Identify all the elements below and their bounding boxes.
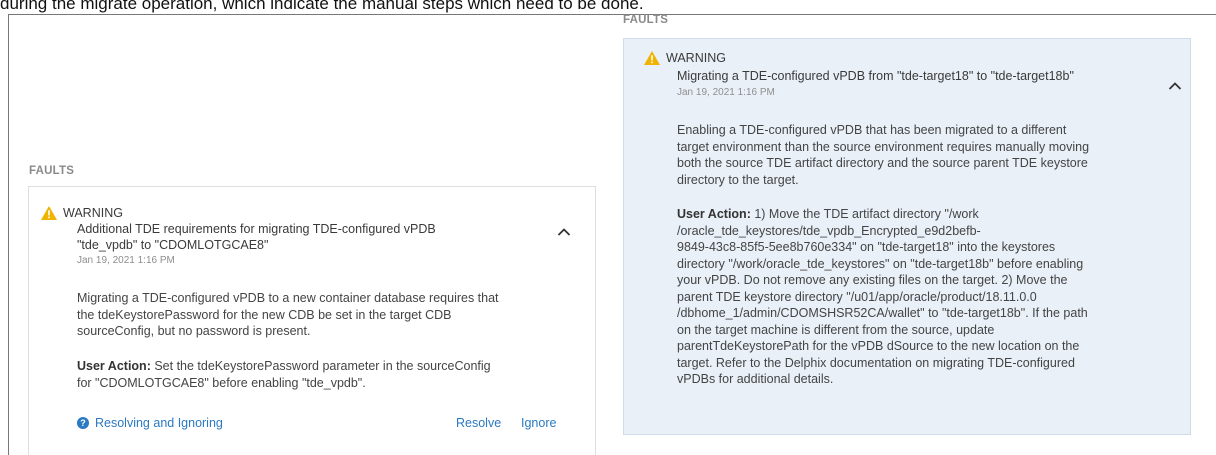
description-line: Migrating a TDE-configured vPDB to a new… — [77, 291, 499, 305]
user-action-text: vPDBs for additional details. — [677, 372, 834, 386]
help-icon: ? — [77, 417, 89, 429]
warning-header: WARNING — [41, 206, 123, 220]
fault-card-right: WARNING Migrating a TDE-configured vPDB … — [623, 38, 1191, 435]
user-action: User Action: Set the tdeKeystorePassword… — [77, 358, 491, 391]
user-action-text: /oracle_tde_keystores/tde_vpdb_Encrypted… — [677, 223, 981, 238]
resolving-ignoring-link[interactable]: ? Resolving and Ignoring — [77, 416, 223, 430]
fault-date: Jan 19, 2021 1:16 PM — [677, 87, 775, 98]
user-action-text: parent TDE keystore directory "/u01/app/… — [677, 289, 1037, 304]
faults-section-label: FAULTS — [29, 165, 75, 177]
user-action-text: for "CDOMLOTGCAE8" before enabling "tde_… — [77, 375, 366, 390]
user-action-text: Set the tdeKeystorePassword parameter in… — [150, 359, 491, 373]
severity-label: WARNING — [63, 206, 123, 220]
severity-label: WARNING — [666, 51, 726, 65]
description-line: both the source TDE artifact directory a… — [677, 156, 1088, 170]
user-action-text: 1) Move the TDE artifact directory "/wor… — [750, 207, 979, 221]
user-action-text: 9849-43c8-85f5-5ee8b760e334" on "tde-tar… — [677, 240, 1056, 254]
fault-date: Jan 19, 2021 1:16 PM — [77, 255, 175, 266]
description-line: the tdeKeystorePassword for the new CDB … — [77, 307, 452, 322]
user-action-text: parentTdeKeystorePath for the vPDB dSour… — [677, 339, 1080, 353]
description-line: directory to the target. — [677, 172, 799, 187]
warning-icon — [644, 51, 660, 65]
resolve-button[interactable]: Resolve — [456, 416, 501, 430]
faults-section-label: FAULTS — [623, 14, 669, 26]
user-action-label: User Action: — [677, 207, 751, 221]
fault-title-line2: "tde_vpdb" to "CDOMLOTGCAE8" — [77, 238, 269, 252]
ignore-button[interactable]: Ignore — [521, 416, 556, 430]
description-line: Enabling a TDE-configured vPDB that has … — [677, 123, 1067, 137]
fault-title: Migrating a TDE-configured vPDB from "td… — [677, 69, 1074, 83]
fault-description: Enabling a TDE-configured vPDB that has … — [677, 122, 1089, 188]
fault-description: Migrating a TDE-configured vPDB to a new… — [77, 290, 499, 340]
user-action-text: /dbhome_1/admin/CDOMSHSR52CA/wallet" to … — [677, 306, 1088, 320]
help-link-label: Resolving and Ignoring — [95, 416, 223, 430]
chevron-up-icon[interactable] — [1168, 81, 1182, 91]
description-line: sourceConfig, but no password is present… — [77, 324, 311, 338]
user-action-text: your vPDB. Do not remove any existing fi… — [677, 273, 1068, 287]
user-action: User Action: 1) Move the TDE artifact di… — [677, 206, 1088, 388]
user-action-text: target. Refer to the Delphix documentati… — [677, 355, 1075, 370]
user-action-label: User Action: — [77, 359, 151, 373]
warning-icon — [41, 206, 57, 220]
description-line: target environment than the source envir… — [677, 139, 1090, 154]
user-action-text: directory "/work/oracle_tde_keystores" o… — [677, 256, 1084, 271]
fault-card-left: WARNING Additional TDE requirements for … — [28, 186, 596, 455]
chevron-up-icon[interactable] — [557, 227, 571, 237]
fault-title-line1: Additional TDE requirements for migratin… — [77, 222, 436, 236]
user-action-text: on the target machine is different from … — [677, 322, 995, 337]
document-caption: during the migrate operation, which indi… — [0, 0, 644, 13]
warning-header: WARNING — [644, 51, 726, 65]
